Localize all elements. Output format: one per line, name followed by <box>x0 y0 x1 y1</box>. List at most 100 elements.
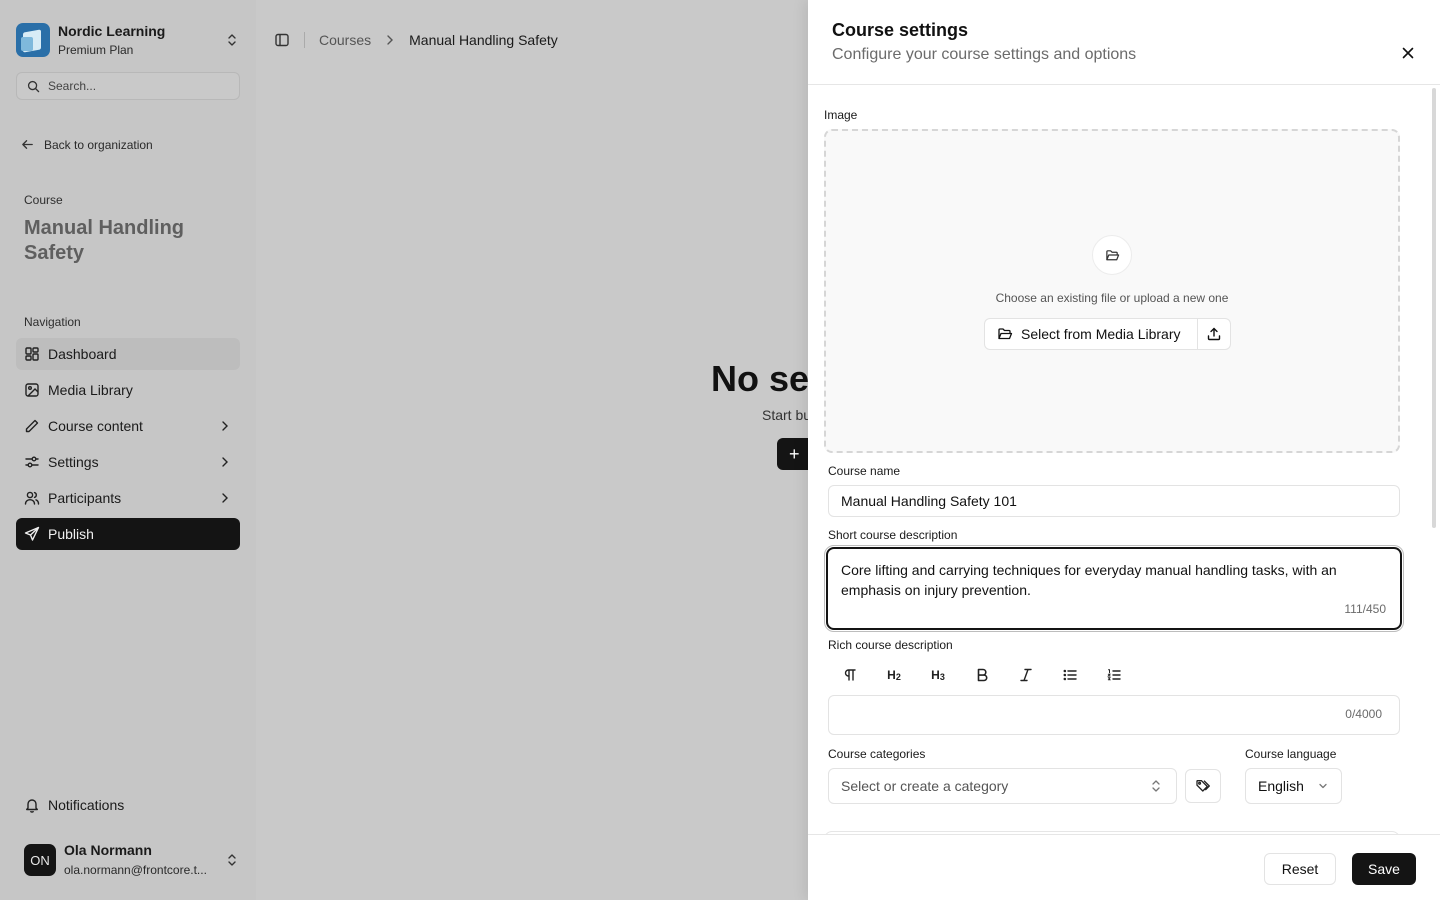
chevron-right-icon <box>387 35 394 45</box>
chevron-right-icon <box>222 421 228 431</box>
sidebar-item-label: Participants <box>48 490 122 506</box>
sheet-title: Course settings <box>832 20 969 40</box>
upload-button[interactable] <box>1197 318 1231 350</box>
course-name-input[interactable] <box>828 485 1400 517</box>
scrollbar[interactable] <box>1432 88 1436 528</box>
rich-description-counter: 0/4000 <box>1345 707 1382 721</box>
categories-placeholder: Select or create a category <box>841 778 1009 794</box>
bold-button[interactable] <box>960 664 1004 686</box>
rich-description-editor[interactable] <box>828 695 1400 735</box>
select-from-media-library-button[interactable]: Select from Media Library <box>984 318 1198 350</box>
upload-icon <box>1207 327 1220 341</box>
sidebar-nav: Dashboard Media Library Course content S… <box>16 338 240 554</box>
sheet-header: Course settings Configure your course se… <box>808 0 1440 85</box>
italic-button[interactable] <box>1004 664 1048 686</box>
chevron-down-icon <box>1319 783 1327 789</box>
sidebar-item-label: Publish <box>48 526 94 542</box>
sidebar-item-media-library[interactable]: Media Library <box>16 374 240 406</box>
users-icon <box>24 491 40 505</box>
sidebar-item-label: Media Library <box>48 382 133 398</box>
course-section-label: Course <box>24 193 63 207</box>
paragraph-button[interactable] <box>828 664 872 686</box>
topbar: Courses Manual Handling Safety <box>274 32 558 48</box>
pencil-icon <box>25 419 39 433</box>
short-description-label: Short course description <box>828 528 958 542</box>
course-name-label: Course name <box>828 464 901 478</box>
short-description-counter: 111/450 <box>1344 602 1386 616</box>
sidebar-item-dashboard[interactable]: Dashboard <box>16 338 240 370</box>
org-name: Nordic Learning <box>58 22 166 39</box>
dashboard-icon <box>25 347 39 361</box>
org-switcher[interactable]: Nordic Learning Premium Plan <box>16 22 240 58</box>
folder-open-icon <box>1105 249 1119 260</box>
course-title: Manual Handling Safety <box>24 217 184 264</box>
org-logo <box>16 23 50 57</box>
image-icon <box>25 383 39 397</box>
breadcrumb-current: Manual Handling Safety <box>409 32 558 48</box>
chevron-right-icon <box>222 457 228 467</box>
language-value: English <box>1258 778 1304 794</box>
org-plan: Premium Plan <box>58 42 134 57</box>
sidebar-item-participants[interactable]: Participants <box>16 482 240 514</box>
sidebar-toggle-icon[interactable] <box>274 32 290 48</box>
sidebar-item-label: Course content <box>48 418 143 434</box>
sidebar-item-course-content[interactable]: Course content <box>16 410 240 442</box>
chevrons-up-down-icon <box>228 854 236 866</box>
avatar: ON <box>24 844 56 876</box>
folder-open-icon <box>998 328 1013 340</box>
course-categories-label: Course categories <box>828 747 926 761</box>
list-ordered-icon <box>1107 669 1121 681</box>
bold-icon <box>977 668 988 682</box>
breadcrumb-courses[interactable]: Courses <box>319 32 371 48</box>
image-dropzone[interactable]: Choose an existing file or upload a new … <box>824 129 1400 453</box>
close-icon[interactable] <box>1400 45 1416 61</box>
sidebar-item-settings[interactable]: Settings <box>16 446 240 478</box>
ordered-list-button[interactable] <box>1092 664 1136 686</box>
italic-icon <box>1020 668 1032 682</box>
chevron-right-icon <box>222 493 228 503</box>
sidebar-item-label: Settings <box>48 454 99 470</box>
manage-categories-button[interactable] <box>1185 769 1221 803</box>
short-description-textarea[interactable]: Core lifting and carrying techniques for… <box>824 545 1404 632</box>
course-language-select[interactable]: English <box>1245 768 1342 804</box>
save-button[interactable]: Save <box>1352 853 1416 885</box>
sliders-icon <box>25 456 39 468</box>
sidebar-item-publish[interactable]: Publish <box>16 518 240 550</box>
folder-icon-badge <box>1092 235 1132 275</box>
empty-state-subtitle: Start bu <box>762 407 812 423</box>
search-input[interactable] <box>48 79 218 93</box>
back-label: Back to organization <box>44 137 153 152</box>
chevrons-up-down-icon <box>1152 780 1160 792</box>
rich-description-label: Rich course description <box>828 638 953 652</box>
search-box[interactable] <box>16 72 240 100</box>
heading-3-button[interactable]: H3 <box>916 664 960 686</box>
search-icon <box>27 80 40 92</box>
bell-icon <box>26 799 38 813</box>
list-icon <box>1063 669 1077 681</box>
notifications-label: Notifications <box>48 797 125 813</box>
user-email: ola.normann@frontcore.t... <box>64 863 207 877</box>
back-to-organization-link[interactable]: Back to organization <box>20 137 153 152</box>
course-categories-select[interactable]: Select or create a category <box>828 768 1177 804</box>
select-media-label: Select from Media Library <box>1021 326 1181 342</box>
tags-icon <box>1196 780 1210 792</box>
reset-button[interactable]: Reset <box>1264 853 1336 885</box>
sheet-body: Image Choose an existing file or upload … <box>808 86 1440 834</box>
sheet-description: Configure your course settings and optio… <box>832 46 1137 63</box>
navigation-section-label: Navigation <box>24 315 81 329</box>
arrow-left-icon <box>22 140 33 149</box>
divider <box>304 32 305 48</box>
notifications-link[interactable]: Notifications <box>24 797 124 813</box>
send-icon <box>24 526 40 541</box>
course-settings-sheet: Course settings Configure your course se… <box>808 0 1440 900</box>
sidebar: Nordic Learning Premium Plan Back to org… <box>0 0 256 900</box>
chevrons-up-down-icon <box>228 34 236 46</box>
bullet-list-button[interactable] <box>1048 664 1092 686</box>
user-name: Ola Normann <box>64 842 152 858</box>
rich-text-toolbar: H2 H3 <box>828 664 1136 686</box>
user-menu[interactable]: ON Ola Normann ola.normann@frontcore.t..… <box>24 840 240 880</box>
image-label: Image <box>824 108 858 122</box>
heading-2-button[interactable]: H2 <box>872 664 916 686</box>
sheet-footer: Reset Save <box>808 834 1440 900</box>
sidebar-item-label: Dashboard <box>48 346 117 362</box>
